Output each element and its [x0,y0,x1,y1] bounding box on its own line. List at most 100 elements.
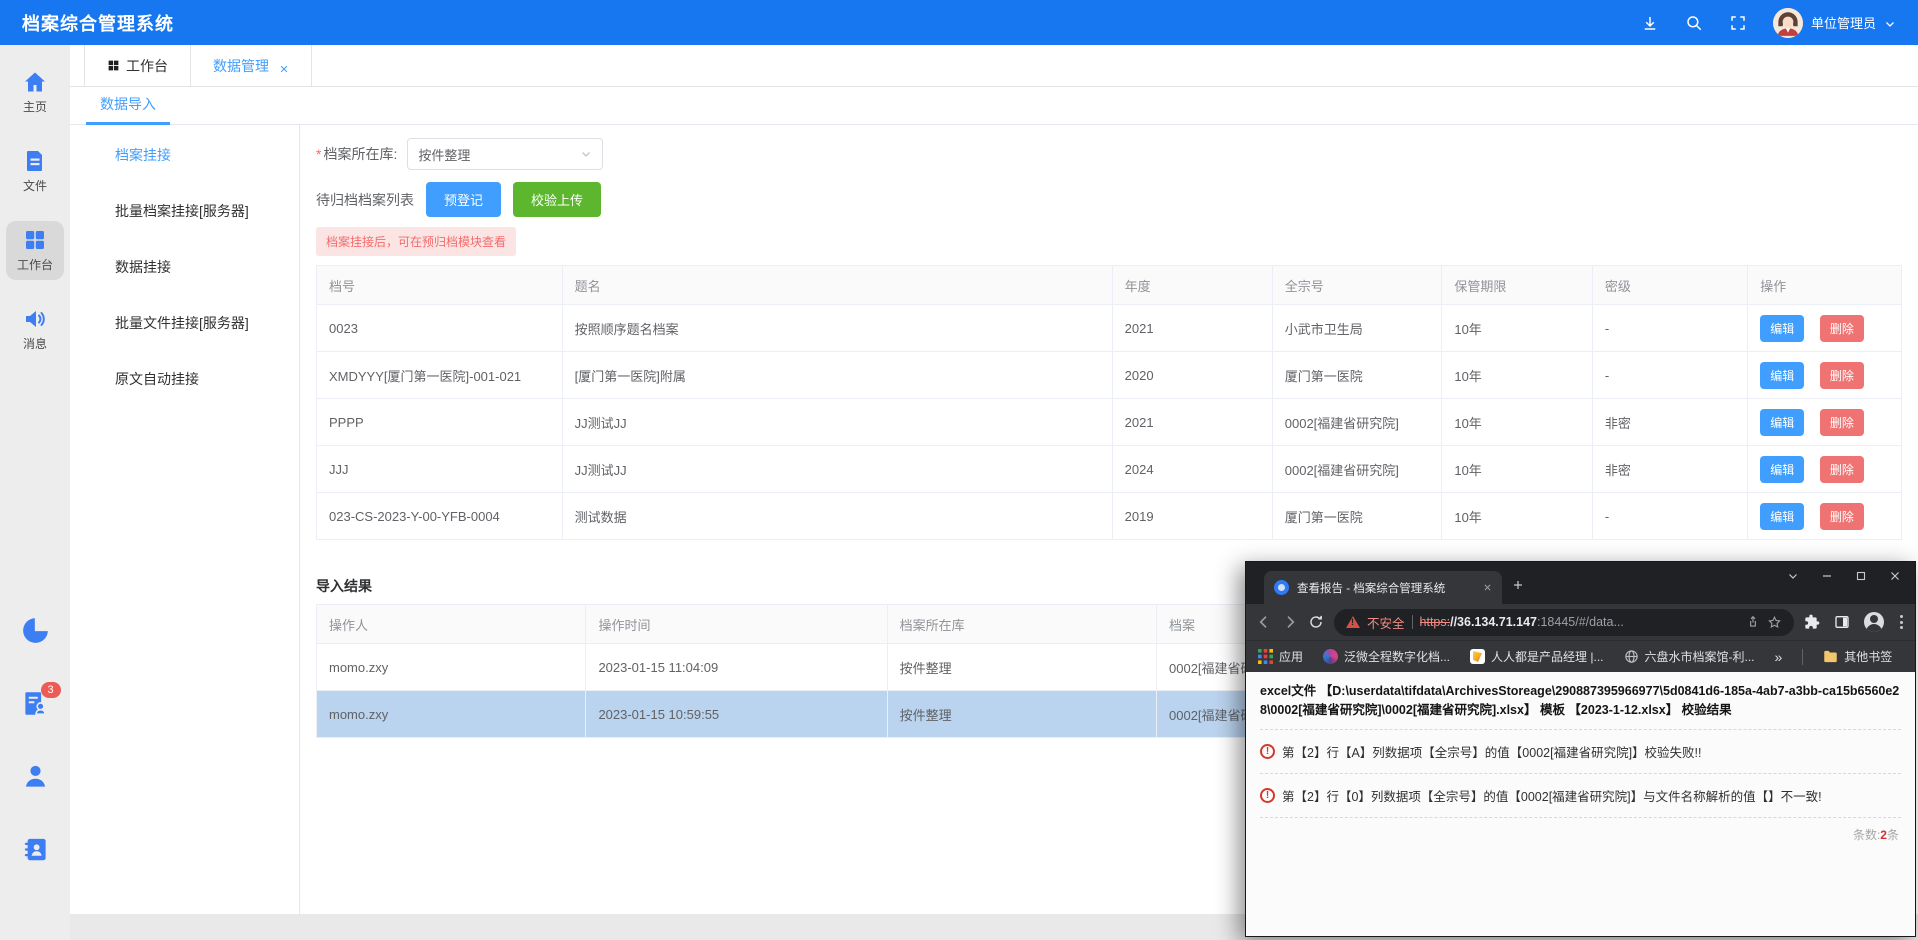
sidebar-item-workbench[interactable]: 工作台 [6,221,64,280]
minimize-icon[interactable] [1821,570,1833,582]
side-panel-icon[interactable] [1834,614,1850,630]
cell-secrecy: - [1592,493,1747,540]
tab-workbench[interactable]: 工作台 [84,45,191,86]
menu-item[interactable]: 原文自动挂接 [70,351,299,407]
tab-data-management[interactable]: 数据管理 [191,45,312,86]
menu-item-label: 批量文件挂接[服务器] [115,315,249,331]
window-menu-icon[interactable] [1787,570,1799,582]
browser-profile-icon[interactable] [1864,612,1884,632]
cell-title: JJ测试JJ [562,399,1112,446]
edit-button[interactable]: 编辑 [1760,456,1804,483]
library-select-value: 按件整理 [418,145,470,164]
table-row: 0023 按照顺序题名档案 2021 小武市卫生局 10年 - 编辑 删除 [317,305,1902,352]
security-chip[interactable]: 不安全 [1367,613,1405,632]
bookmark-item[interactable]: 泛微全程数字化档... [1323,648,1450,665]
other-bookmarks[interactable]: 其他书签 [1823,648,1892,665]
maximize-icon[interactable] [1855,570,1867,582]
preregister-button[interactable]: 预登记 [426,182,501,217]
browser-tab-title: 查看报告 - 档案综合管理系统 [1297,580,1475,596]
browser-toolbar: 不安全 https://36.134.71.147:18445/#/data..… [1246,604,1915,640]
user-icon[interactable] [22,763,49,790]
menu-item[interactable]: 数据挂接 [70,239,299,295]
cell-retention: 10年 [1442,446,1593,493]
delete-button[interactable]: 删除 [1820,503,1864,530]
inner-menu: 档案挂接 批量档案挂接[服务器] 数据挂接 批量文件挂接[服务器] [70,125,300,914]
bookmark-label: 人人都是产品经理 |... [1491,648,1603,665]
cell-library: 按件整理 [887,691,1156,738]
search-icon[interactable] [1685,14,1703,32]
cell-operator: momo.zxy [317,644,586,691]
bookmark-star-icon[interactable] [1767,615,1782,630]
notice-alert: 档案挂接后，可在预归档模块查看 [316,227,516,256]
table-row: 023-CS-2023-Y-00-YFB-0004 测试数据 2019 厦门第一… [317,493,1902,540]
reload-icon[interactable] [1308,614,1324,630]
menu-item[interactable]: 批量档案挂接[服务器] [70,183,299,239]
forward-icon[interactable] [1282,614,1298,630]
validation-error-list: ! 第【2】行【A】列数据项【全宗号】的值【0002[福建省研究院]】校验失败!… [1260,730,1901,818]
edit-button[interactable]: 编辑 [1760,409,1804,436]
cell-archive-no: XMDYYY[厦门第一医院]-001-021 [317,352,563,399]
bookmark-item[interactable]: 六盘水市档案馆-利... [1624,648,1755,665]
browser-menu-icon[interactable] [1898,613,1905,631]
close-icon[interactable] [279,61,289,71]
pie-chart-icon[interactable] [22,617,49,644]
menu-item[interactable]: 档案挂接 [70,127,299,183]
bookmark-apps[interactable]: 应用 [1258,648,1303,665]
url-host: //36.134.71.147 [1450,615,1537,629]
delete-button[interactable]: 删除 [1820,362,1864,389]
library-select[interactable]: 按件整理 [407,138,603,170]
col-retention: 保管期限 [1442,266,1593,305]
cell-secrecy: 非密 [1592,399,1747,446]
home-icon [23,70,47,94]
new-tab-icon[interactable] [1512,578,1524,596]
extensions-puzzle-icon[interactable] [1804,614,1820,630]
menu-item[interactable]: 批量文件挂接[服务器] [70,295,299,351]
user-menu[interactable]: 单位管理员 [1773,8,1896,38]
error-icon: ! [1260,788,1275,803]
count-label: 条数: [1853,828,1880,842]
verify-upload-button[interactable]: 校验上传 [513,182,601,217]
window-titlebar[interactable]: 查看报告 - 档案综合管理系统 [1246,562,1915,604]
bookmark-label: 其他书签 [1844,648,1892,665]
sidebar-item-label: 文件 [23,177,47,194]
edit-button[interactable]: 编辑 [1760,503,1804,530]
table-row: PPPP JJ测试JJ 2021 0002[福建省研究院] 10年 非密 编辑 … [317,399,1902,446]
contact-book-icon[interactable] [22,836,49,863]
grid-icon [107,59,120,72]
close-tab-icon[interactable] [1483,583,1492,592]
browser-tab[interactable]: 查看报告 - 档案综合管理系统 [1264,571,1502,604]
stamp-document-icon[interactable]: 3 [22,690,49,717]
cell-retention: 10年 [1442,305,1593,352]
download-icon[interactable] [1641,14,1659,32]
delete-button[interactable]: 删除 [1820,456,1864,483]
cell-title: [厦门第一医院]附属 [562,352,1112,399]
cell-year: 2019 [1112,493,1272,540]
back-icon[interactable] [1256,614,1272,630]
share-icon[interactable] [1746,615,1760,629]
close-window-icon[interactable] [1889,570,1901,582]
app-header: 档案综合管理系统 单位管理员 [0,0,1918,45]
bookmark-item[interactable]: 人人都是产品经理 |... [1470,648,1603,665]
delete-button[interactable]: 删除 [1820,315,1864,342]
library-form-row: * 档案所在库: 按件整理 [316,138,1902,170]
delete-button[interactable]: 删除 [1820,409,1864,436]
subtab-data-import[interactable]: 数据导入 [86,94,170,124]
edit-button[interactable]: 编辑 [1760,362,1804,389]
cell-year: 2020 [1112,352,1272,399]
sidebar-item-messages[interactable]: 消息 [6,300,64,359]
error-text: 第【2】行【0】列数据项【全宗号】的值【0002[福建省研究院]】与文件名称解析… [1282,786,1822,805]
bookmark-label: 六盘水市档案馆-利... [1645,648,1755,665]
cell-title: 按照顺序题名档案 [562,305,1112,352]
cell-fonds: 0002[福建省研究院] [1272,446,1442,493]
sidebar-item-home[interactable]: 主页 [6,63,64,122]
grid-icon [23,228,47,252]
library-label: 档案所在库: [323,144,397,164]
edit-button[interactable]: 编辑 [1760,315,1804,342]
more-bookmarks-icon[interactable]: » [1775,649,1783,665]
fullscreen-icon[interactable] [1729,14,1747,32]
address-bar[interactable]: 不安全 https://36.134.71.147:18445/#/data..… [1334,609,1794,636]
validation-error: ! 第【2】行【0】列数据项【全宗号】的值【0002[福建省研究院]】与文件名称… [1260,774,1901,818]
toolbar-right [1804,612,1905,632]
globe-favicon [1624,649,1639,664]
sidebar-item-files[interactable]: 文件 [6,142,64,201]
